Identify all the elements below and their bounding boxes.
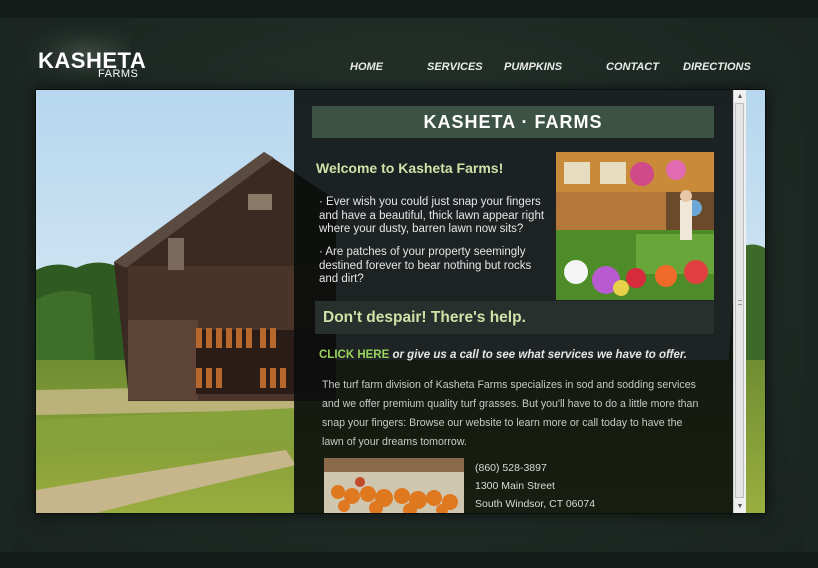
- call-to-action: CLICK HERE or give us a call to see what…: [319, 349, 687, 361]
- main-frame: KASHETA · FARMS Welcome to Kasheta Farms…: [35, 89, 766, 514]
- site-logo[interactable]: KASHETA FARMS: [38, 48, 148, 88]
- content-scrollbar[interactable]: ▲ ▼: [733, 90, 746, 513]
- nav-pumpkins[interactable]: PUMPKINS: [504, 61, 562, 73]
- bullet-property: · Are patches of your property seemingly…: [319, 246, 532, 285]
- scroll-thumb[interactable]: [735, 103, 744, 498]
- contact-street: 1300 Main Street: [475, 480, 555, 492]
- intro-paragraph: The turf farm division of Kasheta Farms …: [322, 379, 699, 448]
- bullet-lawn: · Ever wish you could just snap your fin…: [319, 196, 545, 235]
- content-title: KASHETA · FARMS: [312, 106, 714, 138]
- nav-contact[interactable]: CONTACT: [606, 61, 659, 73]
- content-panel: KASHETA · FARMS Welcome to Kasheta Farms…: [294, 90, 733, 513]
- scroll-up-arrow-icon[interactable]: ▲: [735, 91, 745, 102]
- top-band: [0, 0, 818, 18]
- bottom-band: [0, 552, 818, 568]
- garden-photo: [556, 152, 714, 300]
- contact-city: South Windsor, CT 06074: [475, 498, 596, 510]
- scroll-grip-icon: [738, 300, 742, 305]
- contact-info: (860) 528-3897 1300 Main Street South Wi…: [475, 459, 595, 513]
- despair-banner: Don't despair! There's help.: [315, 301, 714, 334]
- contact-phone: (860) 528-3897: [475, 462, 547, 474]
- click-here-link[interactable]: CLICK HERE: [319, 349, 389, 361]
- pumpkins-photo: [324, 458, 464, 513]
- nav-services[interactable]: SERVICES: [427, 61, 483, 73]
- nav-directions[interactable]: DIRECTIONS: [683, 61, 751, 73]
- logo-sub: FARMS: [98, 68, 139, 80]
- cta-text: or give us a call to see what services w…: [389, 349, 687, 361]
- scroll-down-arrow-icon[interactable]: ▼: [735, 501, 745, 512]
- nav-home[interactable]: HOME: [350, 61, 383, 73]
- welcome-heading: Welcome to Kasheta Farms!: [316, 160, 504, 176]
